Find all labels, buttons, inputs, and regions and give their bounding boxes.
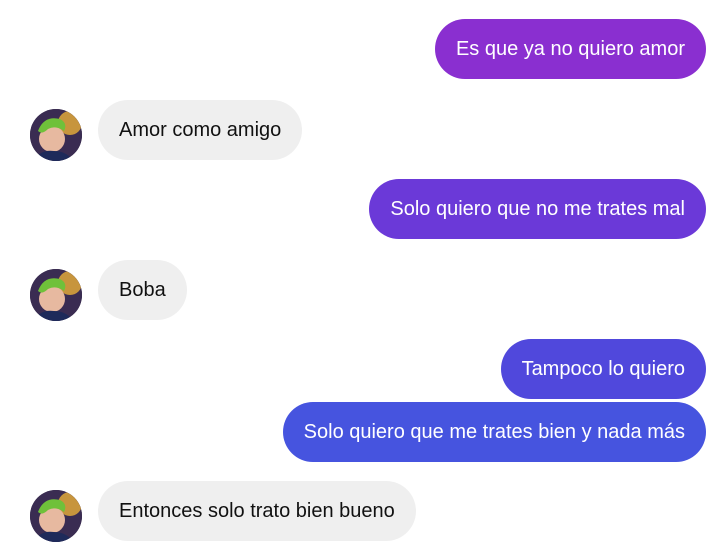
chat-thread: Es que ya no quiero amor Amor como amigo… xyxy=(0,0,720,550)
received-message-bubble[interactable]: Amor como amigo xyxy=(98,100,303,160)
sent-message-bubble[interactable]: Tampoco lo quiero xyxy=(500,339,706,399)
sent-message-bubble[interactable]: Es que ya no quiero amor xyxy=(434,19,706,79)
received-message-bubble[interactable]: Entonces solo trato bien bueno xyxy=(98,481,416,541)
contact-avatar[interactable] xyxy=(30,490,82,542)
contact-avatar[interactable] xyxy=(30,269,82,321)
avatar-image-icon xyxy=(30,490,82,542)
avatar-image-icon xyxy=(30,109,82,161)
received-message-bubble[interactable]: Boba xyxy=(98,260,187,320)
contact-avatar[interactable] xyxy=(30,109,82,161)
sent-message-bubble[interactable]: Solo quiero que me trates bien y nada má… xyxy=(282,402,706,462)
avatar-image-icon xyxy=(30,269,82,321)
sent-message-bubble[interactable]: Solo quiero que no me trates mal xyxy=(369,179,706,239)
